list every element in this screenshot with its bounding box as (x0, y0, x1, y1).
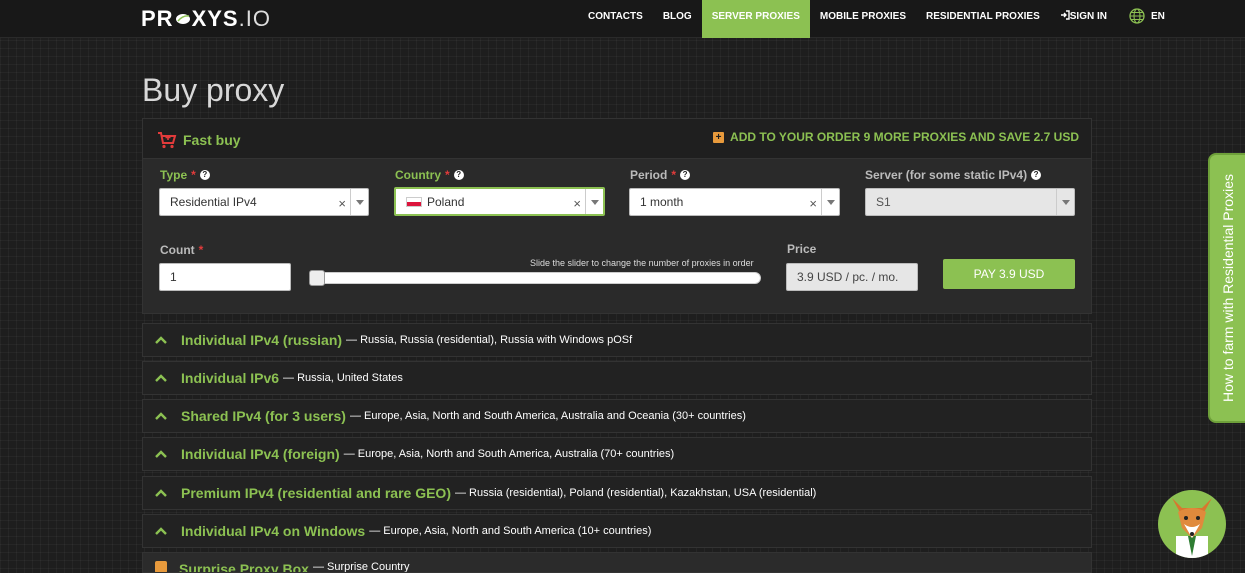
category-name: Premium IPv4 (residential and rare GEO) (181, 485, 451, 501)
category-description: — Russia (residential), Poland (resident… (455, 487, 817, 499)
category-shared-ipv4[interactable]: Shared IPv4 (for 3 users) — Europe, Asia… (142, 399, 1092, 433)
pay-button[interactable]: PAY 3.9 USD (943, 259, 1075, 289)
side-tab-label: How to farm with Residential Proxies (1220, 174, 1236, 402)
fast-buy-panel: Fast buy + ADD TO YOUR ORDER 9 MORE PROX… (142, 118, 1092, 314)
offer-text: ADD TO YOUR ORDER 9 MORE PROXIES AND SAV… (730, 130, 1079, 144)
fox-mascot-icon (1172, 498, 1212, 558)
gift-icon (155, 561, 167, 572)
category-name: Individual IPv4 (russian) (181, 332, 343, 348)
proxys-logo[interactable]: PR XYS .IO (141, 6, 271, 31)
chevron-down-icon[interactable] (585, 189, 603, 214)
server-select-value: S1 (876, 195, 891, 209)
category-individual-ipv6[interactable]: Individual IPv6 — Russia, United States (142, 361, 1092, 395)
type-label: Type * ? (160, 168, 210, 182)
logo-text-mid: XYS (191, 6, 239, 31)
chevron-up-icon (155, 336, 167, 344)
nav-server-proxies[interactable]: SERVER PROXIES (701, 0, 810, 38)
nav-blog[interactable]: BLOG (653, 0, 702, 38)
slider-hint: Slide the slider to change the number of… (530, 258, 754, 268)
category-name: Surprise Proxy Box (179, 561, 309, 573)
clear-icon[interactable]: × (338, 196, 346, 211)
category-name: Individual IPv6 (181, 370, 280, 386)
type-select[interactable]: Residential IPv4 × (159, 188, 369, 216)
help-icon[interactable]: ? (1031, 170, 1042, 180)
country-select-value: Poland (406, 195, 464, 209)
chevron-up-icon (155, 374, 167, 382)
globe-icon (1129, 8, 1145, 25)
nav-contacts[interactable]: CONTACTS (578, 0, 653, 38)
sign-in-label: SIGN IN (1069, 11, 1107, 22)
period-select[interactable]: 1 month × (629, 188, 840, 216)
poland-flag-icon (406, 197, 422, 207)
fast-buy-title: Fast buy (157, 131, 241, 149)
chevron-down-icon (1056, 189, 1074, 215)
leaf-icon (175, 14, 190, 24)
help-icon[interactable]: ? (199, 170, 210, 180)
nav-sign-in[interactable]: SIGN IN (1050, 0, 1117, 38)
server-label: Server (for some static IPv4) ? (865, 168, 1042, 182)
chevron-up-icon (155, 527, 167, 535)
chevron-up-icon (155, 489, 167, 497)
fast-buy-header: Fast buy + ADD TO YOUR ORDER 9 MORE PROX… (143, 119, 1091, 159)
clear-icon[interactable]: × (573, 196, 581, 211)
page-title: Buy proxy (142, 72, 285, 108)
category-ipv4-windows[interactable]: Individual IPv4 on Windows — Europe, Asi… (142, 514, 1092, 548)
category-name: Individual IPv4 (foreign) (181, 446, 340, 462)
count-slider-handle[interactable] (309, 270, 325, 286)
category-name: Shared IPv4 (for 3 users) (181, 408, 346, 424)
category-description: — Russia, United States (283, 372, 403, 384)
sign-in-icon (1060, 10, 1070, 20)
logo-text-main: PR (141, 6, 174, 31)
nav-mobile-proxies[interactable]: MOBILE PROXIES (810, 0, 916, 38)
category-surprise-box[interactable]: Surprise Proxy Box — Surprise Country (142, 552, 1092, 573)
main-nav: CONTACTS BLOG SERVER PROXIES MOBILE PROX… (578, 0, 1175, 38)
top-header: PR XYS .IO CONTACTS BLOG SERVER PROXIES … (0, 0, 1245, 38)
residential-farm-side-tab[interactable]: How to farm with Residential Proxies (1208, 153, 1245, 423)
price-field: 3.9 USD / pc. / mo. (786, 263, 918, 291)
count-input[interactable]: 1 (159, 263, 291, 291)
chevron-up-icon (155, 412, 167, 420)
type-select-value: Residential IPv4 (170, 195, 257, 209)
fast-buy-title-text: Fast buy (183, 132, 241, 148)
help-icon[interactable]: ? (453, 170, 464, 180)
count-label: Count * (160, 243, 204, 257)
language-switcher[interactable]: EN (1117, 0, 1175, 38)
chevron-down-icon[interactable] (821, 189, 839, 215)
nav-residential-proxies[interactable]: RESIDENTIAL PROXIES (916, 0, 1050, 38)
add-more-offer-link[interactable]: + ADD TO YOUR ORDER 9 MORE PROXIES AND S… (713, 130, 1079, 144)
category-description: — Europe, Asia, North and South America,… (349, 410, 746, 422)
cart-icon (158, 132, 177, 149)
language-label: EN (1150, 11, 1165, 22)
fox-mascot-chat-avatar[interactable] (1158, 490, 1226, 558)
clear-icon[interactable]: × (809, 196, 817, 211)
logo-text-tail: .IO (238, 6, 271, 31)
category-description: — Europe, Asia, North and South America,… (343, 448, 675, 460)
country-select[interactable]: Poland × (394, 187, 605, 216)
category-description: — Surprise Country (312, 561, 410, 573)
country-label: Country * ? (395, 168, 464, 182)
help-icon[interactable]: ? (680, 170, 691, 180)
period-select-value: 1 month (640, 195, 684, 209)
plus-icon: + (713, 131, 725, 143)
category-description: — Russia, Russia (residential), Russia w… (346, 334, 633, 346)
category-premium-ipv4[interactable]: Premium IPv4 (residential and rare GEO) … (142, 476, 1092, 510)
category-individual-ipv4-russian[interactable]: Individual IPv4 (russian) — Russia, Russ… (142, 323, 1092, 357)
category-description: — Europe, Asia, North and South America … (369, 525, 652, 537)
chevron-up-icon (155, 450, 167, 458)
price-label: Price (787, 242, 817, 256)
period-label: Period * ? (630, 168, 691, 182)
category-individual-ipv4-foreign[interactable]: Individual IPv4 (foreign) — Europe, Asia… (142, 437, 1092, 471)
server-select: S1 (865, 188, 1075, 216)
count-slider-track[interactable] (309, 272, 761, 284)
category-name: Individual IPv4 on Windows (181, 523, 366, 539)
chevron-down-icon[interactable] (350, 189, 368, 215)
